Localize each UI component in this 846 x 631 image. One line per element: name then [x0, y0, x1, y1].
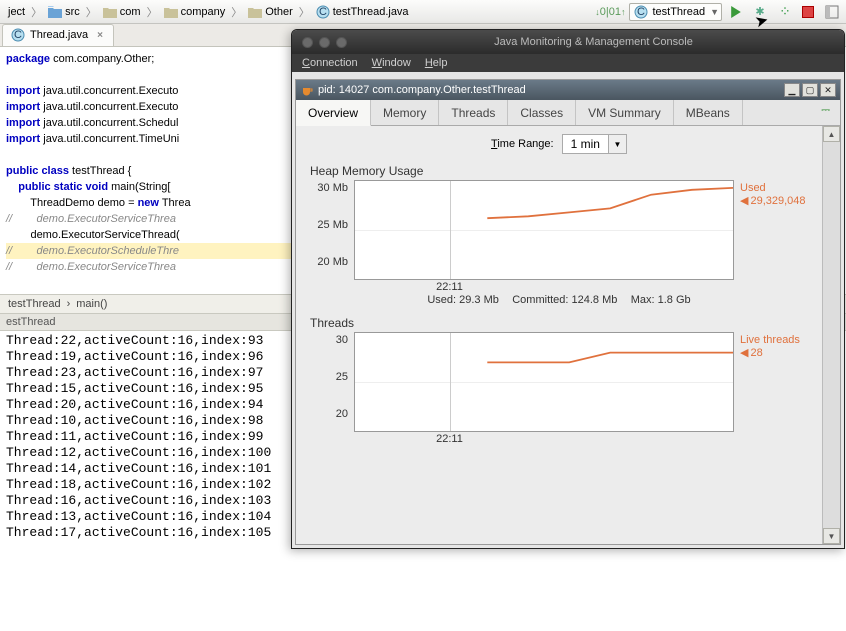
svg-text:C: C: [319, 6, 327, 18]
layout-icon: [825, 5, 839, 19]
chevron-down-icon: ▼: [710, 7, 719, 17]
jconsole-inner-frame: pid: 14027 com.company.Other.testThread …: [295, 79, 841, 545]
scrollbar[interactable]: ▲ ▼: [822, 126, 840, 544]
minimize-button[interactable]: ▁: [784, 83, 800, 97]
java-class-icon: C: [634, 5, 648, 19]
folder-icon: [164, 6, 178, 18]
run-config-label: testThread: [652, 6, 705, 18]
maximize-button[interactable]: ▢: [802, 83, 818, 97]
close-button[interactable]: ✕: [820, 83, 836, 97]
run-button[interactable]: [726, 2, 746, 22]
menu-connection[interactable]: Connection: [302, 57, 358, 69]
time-range-value: 1 min: [562, 134, 609, 154]
heap-plot-area[interactable]: 22:11: [354, 180, 734, 280]
breadcrumb-file[interactable]: C testThread.java: [312, 4, 413, 20]
svg-text:C: C: [14, 29, 22, 41]
breadcrumb-label: com: [120, 6, 141, 18]
jconsole-tabs: Overview Memory Threads Classes VM Summa…: [296, 100, 840, 126]
breadcrumb-src[interactable]: src: [44, 5, 84, 19]
breadcrumb-root-label: ject: [8, 6, 25, 18]
java-cup-icon: [300, 83, 314, 97]
toolbar-right: ↓0|01↑ C testThread ▼ ✱ ⁘: [595, 2, 842, 22]
chart-title: Threads: [310, 316, 812, 330]
scroll-down-icon[interactable]: ▼: [823, 528, 840, 544]
breadcrumb-sep: 〉: [86, 4, 97, 20]
connection-status-icon: ⎓: [811, 100, 840, 125]
breadcrumb-label: Other: [265, 6, 293, 18]
chart-title: Heap Memory Usage: [310, 164, 812, 178]
stop-icon: [802, 6, 814, 18]
play-icon: [730, 6, 742, 18]
tab-vm-summary[interactable]: VM Summary: [576, 100, 674, 125]
breadcrumb-sep: 〉: [147, 4, 158, 20]
layout-button[interactable]: [822, 2, 842, 22]
inner-title: pid: 14027 com.company.Other.testThread: [318, 84, 526, 96]
y-axis: 30 Mb 25 Mb 20 Mb: [306, 180, 354, 280]
breadcrumb-other[interactable]: Other: [244, 5, 297, 19]
jconsole-menubar: Connection Window Help: [292, 54, 844, 72]
traffic-close-icon[interactable]: [302, 37, 313, 48]
breadcrumb-label: src: [65, 6, 80, 18]
folder-icon: [48, 6, 62, 18]
tab-classes[interactable]: Classes: [508, 100, 576, 125]
heap-chart: Heap Memory Usage 30 Mb 25 Mb 20 Mb 22:1…: [306, 164, 812, 280]
sync-badge: ↓0|01↑: [595, 6, 625, 18]
debug-button[interactable]: ✱: [750, 2, 770, 22]
breadcrumb-sep: 〉: [231, 4, 242, 20]
java-class-icon: C: [316, 5, 330, 19]
breadcrumb-file-label: testThread.java: [333, 6, 409, 18]
time-range-select[interactable]: 1 min ▼: [562, 134, 627, 154]
jconsole-body: Time Range: 1 min ▼ Heap Memory Usage 30…: [296, 126, 822, 544]
method-name: main(): [76, 298, 107, 310]
threads-legend: Live threads ◀28: [734, 332, 812, 432]
threads-chart: Threads 30 25 20 22:11 Live threads ◀2: [306, 316, 812, 432]
method-class: testThread: [8, 298, 61, 310]
breadcrumb-sep: 〉: [31, 4, 42, 20]
menu-window[interactable]: Window: [372, 57, 411, 69]
tab-mbeans[interactable]: MBeans: [674, 100, 743, 125]
folder-icon: [103, 6, 117, 18]
x-tick: 22:11: [436, 281, 463, 293]
chevron-down-icon[interactable]: ▼: [609, 134, 627, 154]
coverage-button[interactable]: ⁘: [774, 2, 794, 22]
breadcrumb-bar: ject 〉 src 〉 com 〉 company 〉 Other 〉 C t…: [0, 0, 846, 24]
breadcrumb-root[interactable]: ject: [4, 5, 29, 19]
tab-threads[interactable]: Threads: [439, 100, 508, 125]
close-icon[interactable]: ×: [97, 30, 103, 41]
time-range-label: Time Range:: [491, 138, 554, 150]
x-tick: 22:11: [436, 433, 463, 445]
method-sep: ›: [67, 298, 71, 310]
breadcrumb-sep: 〉: [299, 4, 310, 20]
heap-legend: Used ◀29,329,048: [734, 180, 812, 280]
tab-overview[interactable]: Overview: [296, 100, 371, 126]
scroll-track[interactable]: [823, 142, 840, 528]
editor-tab-label: Thread.java: [30, 29, 88, 41]
coverage-icon: ⁘: [779, 3, 789, 20]
breadcrumb-company[interactable]: company: [160, 5, 230, 19]
run-config-combo[interactable]: C testThread ▼: [629, 3, 722, 21]
stop-button[interactable]: [798, 2, 818, 22]
heap-stats: Used: 29.3 Mb Committed: 124.8 Mb Max: 1…: [306, 292, 812, 306]
scroll-up-icon[interactable]: ▲: [823, 126, 840, 142]
svg-text:C: C: [638, 6, 646, 18]
threads-plot-area[interactable]: 22:11: [354, 332, 734, 432]
java-class-icon: C: [11, 28, 25, 42]
traffic-min-icon[interactable]: [319, 37, 330, 48]
bug-icon: ✱: [755, 5, 764, 18]
jconsole-titlebar[interactable]: Java Monitoring & Management Console: [292, 30, 844, 54]
jconsole-window[interactable]: Java Monitoring & Management Console Con…: [291, 29, 845, 549]
breadcrumb-com[interactable]: com: [99, 5, 145, 19]
tab-memory[interactable]: Memory: [371, 100, 439, 125]
breadcrumb-label: company: [181, 6, 226, 18]
menu-help[interactable]: Help: [425, 57, 448, 69]
y-axis: 30 25 20: [306, 332, 354, 432]
window-title: Java Monitoring & Management Console: [353, 36, 834, 48]
editor-tab[interactable]: C Thread.java ×: [2, 24, 114, 46]
inner-titlebar[interactable]: pid: 14027 com.company.Other.testThread …: [296, 80, 840, 100]
traffic-max-icon[interactable]: [336, 37, 347, 48]
folder-icon: [248, 6, 262, 18]
